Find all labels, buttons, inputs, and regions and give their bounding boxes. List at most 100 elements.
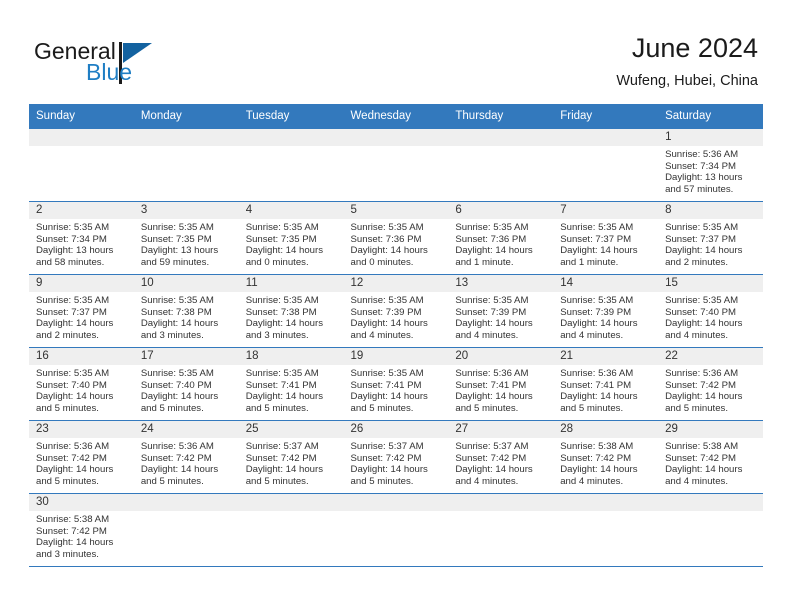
day-cell-inner bbox=[658, 494, 763, 566]
calendar-day-cell[interactable]: 13 Sunrise: 5:35 AM Sunset: 7:39 PM Dayligh… bbox=[448, 274, 554, 348]
calendar-day-cell[interactable]: 25 Sunrise: 5:37 AM Sunset: 7:42 PM Dayligh… bbox=[238, 420, 344, 494]
daylight-duration-line2: and 59 minutes. bbox=[140, 256, 210, 268]
sunrise-time: Sunrise: 5:35 AM bbox=[350, 368, 424, 379]
calendar-week-row: 9 Sunrise: 5:35 AM Sunset: 7:37 PM Daylight… bbox=[29, 274, 763, 348]
day-number bbox=[553, 494, 659, 511]
sunset-time: Sunset: 7:36 PM bbox=[455, 233, 527, 245]
day-number bbox=[343, 129, 449, 146]
day-number: 28 bbox=[553, 421, 659, 438]
sunset-time: Sunset: 7:35 PM bbox=[140, 233, 212, 245]
daylight-duration-line2: and 3 minutes. bbox=[140, 329, 204, 341]
sunrise-time: Sunrise: 5:35 AM bbox=[140, 222, 214, 233]
day-cell-inner: 16 Sunrise: 5:35 AM Sunset: 7:40 PM Dayligh… bbox=[29, 348, 134, 420]
sunset-time: Sunset: 7:41 PM bbox=[350, 379, 422, 391]
day-number: 1 bbox=[658, 129, 763, 146]
sunrise-time: Sunrise: 5:36 AM bbox=[36, 441, 110, 452]
daylight-duration-line1: Daylight: 14 hours bbox=[455, 464, 533, 476]
day-cell-inner: 1 Sunrise: 5:36 AM Sunset: 7:34 PM Daylight… bbox=[658, 129, 763, 201]
daylight-duration-line2: and 5 minutes. bbox=[36, 402, 99, 414]
daylight-duration-line2: and 2 minutes. bbox=[665, 256, 728, 268]
calendar-day-cell[interactable]: 28 Sunrise: 5:38 AM Sunset: 7:42 PM Dayligh… bbox=[553, 420, 659, 494]
calendar-day-cell[interactable]: 1 Sunrise: 5:36 AM Sunset: 7:34 PM Daylight… bbox=[658, 129, 763, 202]
calendar-day-cell[interactable]: 22 Sunrise: 5:36 AM Sunset: 7:42 PM Dayligh… bbox=[658, 347, 763, 421]
daylight-duration-line1: Daylight: 14 hours bbox=[560, 464, 638, 476]
day-details: Sunrise: 5:35 AM Sunset: 7:37 PM Daylight:… bbox=[553, 219, 658, 268]
day-cell-inner: 8 Sunrise: 5:35 AM Sunset: 7:37 PM Daylight… bbox=[658, 202, 763, 274]
daylight-duration-line2: and 2 minutes. bbox=[36, 329, 99, 341]
sunset-time: Sunset: 7:42 PM bbox=[665, 452, 736, 464]
day-details: Sunrise: 5:35 AM Sunset: 7:40 PM Daylight:… bbox=[658, 292, 763, 341]
sunrise-time: Sunrise: 5:35 AM bbox=[245, 368, 319, 379]
calendar-day-cell[interactable]: 9 Sunrise: 5:35 AM Sunset: 7:37 PM Daylight… bbox=[29, 274, 134, 348]
day-details: Sunrise: 5:37 AM Sunset: 7:42 PM Daylight:… bbox=[448, 438, 553, 487]
calendar-week-row: 23 Sunrise: 5:36 AM Sunset: 7:42 PM Dayligh… bbox=[29, 420, 763, 494]
day-cell-inner bbox=[448, 494, 554, 566]
sunrise-time: Sunrise: 5:35 AM bbox=[455, 222, 529, 233]
day-cell-inner: 18 Sunrise: 5:35 AM Sunset: 7:41 PM Dayligh… bbox=[238, 348, 344, 420]
calendar-day-cell[interactable]: 7 Sunrise: 5:35 AM Sunset: 7:37 PM Daylight… bbox=[553, 201, 659, 275]
calendar-day-cell[interactable]: 11 Sunrise: 5:35 AM Sunset: 7:38 PM Dayligh… bbox=[238, 274, 344, 348]
day-number: 10 bbox=[133, 275, 239, 292]
calendar-day-cell[interactable]: 23 Sunrise: 5:36 AM Sunset: 7:42 PM Dayligh… bbox=[29, 420, 134, 494]
calendar-day-cell[interactable]: 18 Sunrise: 5:35 AM Sunset: 7:41 PM Dayligh… bbox=[238, 347, 344, 421]
calendar-body: 1 Sunrise: 5:36 AM Sunset: 7:34 PM Daylight… bbox=[29, 129, 763, 567]
day-cell-inner bbox=[343, 494, 449, 566]
day-cell-inner: 2 Sunrise: 5:35 AM Sunset: 7:34 PM Daylight… bbox=[29, 202, 134, 274]
calendar-cell-empty bbox=[238, 493, 344, 567]
calendar-day-cell[interactable]: 12 Sunrise: 5:35 AM Sunset: 7:39 PM Dayligh… bbox=[343, 274, 449, 348]
day-cell-inner: 3 Sunrise: 5:35 AM Sunset: 7:35 PM Daylight… bbox=[133, 202, 239, 274]
day-number bbox=[343, 494, 449, 511]
calendar-day-cell[interactable]: 16 Sunrise: 5:35 AM Sunset: 7:40 PM Dayligh… bbox=[29, 347, 134, 421]
general-blue-logo[interactable]: General Blue bbox=[34, 38, 234, 90]
calendar-day-cell[interactable]: 4 Sunrise: 5:35 AM Sunset: 7:35 PM Daylight… bbox=[238, 201, 344, 275]
calendar-day-cell[interactable]: 14 Sunrise: 5:35 AM Sunset: 7:39 PM Dayligh… bbox=[553, 274, 659, 348]
calendar-cell-empty bbox=[658, 493, 763, 567]
day-number: 24 bbox=[133, 421, 239, 438]
sunrise-time: Sunrise: 5:35 AM bbox=[140, 295, 214, 306]
calendar-day-cell[interactable]: 17 Sunrise: 5:35 AM Sunset: 7:40 PM Dayligh… bbox=[133, 347, 239, 421]
weekday-header-thursday: Thursday bbox=[448, 104, 554, 129]
daylight-duration-line2: and 5 minutes. bbox=[245, 402, 309, 414]
day-number: 14 bbox=[553, 275, 659, 292]
calendar-day-cell[interactable]: 27 Sunrise: 5:37 AM Sunset: 7:42 PM Dayligh… bbox=[448, 420, 554, 494]
title-block: June 2024 Wufeng, Hubei, China bbox=[616, 32, 758, 91]
sunrise-time: Sunrise: 5:35 AM bbox=[245, 295, 319, 306]
calendar-day-cell[interactable]: 2 Sunrise: 5:35 AM Sunset: 7:34 PM Daylight… bbox=[29, 201, 134, 275]
calendar-day-cell[interactable]: 24 Sunrise: 5:36 AM Sunset: 7:42 PM Dayligh… bbox=[133, 420, 239, 494]
calendar-day-cell[interactable]: 19 Sunrise: 5:35 AM Sunset: 7:41 PM Dayligh… bbox=[343, 347, 449, 421]
calendar-day-cell[interactable]: 26 Sunrise: 5:37 AM Sunset: 7:42 PM Dayligh… bbox=[343, 420, 449, 494]
day-details: Sunrise: 5:38 AM Sunset: 7:42 PM Daylight:… bbox=[29, 511, 134, 560]
sunrise-time: Sunrise: 5:37 AM bbox=[350, 441, 424, 452]
day-number: 9 bbox=[29, 275, 134, 292]
day-cell-inner bbox=[448, 129, 554, 201]
calendar-day-cell[interactable]: 3 Sunrise: 5:35 AM Sunset: 7:35 PM Daylight… bbox=[133, 201, 239, 275]
calendar-cell-empty bbox=[133, 493, 239, 567]
daylight-duration-line1: Daylight: 14 hours bbox=[245, 391, 324, 403]
daylight-duration-line2: and 0 minutes. bbox=[245, 256, 309, 268]
daylight-duration-line1: Daylight: 14 hours bbox=[665, 245, 743, 257]
calendar-day-cell[interactable]: 6 Sunrise: 5:35 AM Sunset: 7:36 PM Daylight… bbox=[448, 201, 554, 275]
day-cell-inner: 25 Sunrise: 5:37 AM Sunset: 7:42 PM Dayligh… bbox=[238, 421, 344, 493]
sunset-time: Sunset: 7:38 PM bbox=[140, 306, 212, 318]
calendar-day-cell[interactable]: 5 Sunrise: 5:35 AM Sunset: 7:36 PM Daylight… bbox=[343, 201, 449, 275]
day-cell-inner: 10 Sunrise: 5:35 AM Sunset: 7:38 PM Dayligh… bbox=[133, 275, 239, 347]
calendar-day-cell[interactable]: 30 Sunrise: 5:38 AM Sunset: 7:42 PM Dayligh… bbox=[29, 493, 134, 567]
daylight-duration-line1: Daylight: 14 hours bbox=[36, 537, 114, 549]
calendar-day-cell[interactable]: 10 Sunrise: 5:35 AM Sunset: 7:38 PM Dayligh… bbox=[133, 274, 239, 348]
day-details: Sunrise: 5:35 AM Sunset: 7:41 PM Daylight:… bbox=[239, 365, 344, 414]
calendar-day-cell[interactable]: 15 Sunrise: 5:35 AM Sunset: 7:40 PM Dayligh… bbox=[658, 274, 763, 348]
sunrise-time: Sunrise: 5:35 AM bbox=[560, 222, 634, 233]
weekday-header-wednesday: Wednesday bbox=[343, 104, 449, 129]
daylight-duration-line2: and 4 minutes. bbox=[665, 475, 728, 487]
day-cell-inner: 28 Sunrise: 5:38 AM Sunset: 7:42 PM Dayligh… bbox=[553, 421, 659, 493]
day-cell-inner: 9 Sunrise: 5:35 AM Sunset: 7:37 PM Daylight… bbox=[29, 275, 134, 347]
day-details: Sunrise: 5:35 AM Sunset: 7:40 PM Daylight:… bbox=[29, 365, 134, 414]
day-number: 25 bbox=[238, 421, 344, 438]
calendar-day-cell[interactable]: 29 Sunrise: 5:38 AM Sunset: 7:42 PM Dayligh… bbox=[658, 420, 763, 494]
calendar-day-cell[interactable]: 8 Sunrise: 5:35 AM Sunset: 7:37 PM Daylight… bbox=[658, 201, 763, 275]
calendar-day-cell[interactable]: 21 Sunrise: 5:36 AM Sunset: 7:41 PM Dayligh… bbox=[553, 347, 659, 421]
day-number bbox=[448, 494, 554, 511]
weekday-header-friday: Friday bbox=[553, 104, 659, 129]
calendar-day-cell[interactable]: 20 Sunrise: 5:36 AM Sunset: 7:41 PM Dayligh… bbox=[448, 347, 554, 421]
sunset-time: Sunset: 7:39 PM bbox=[455, 306, 527, 318]
